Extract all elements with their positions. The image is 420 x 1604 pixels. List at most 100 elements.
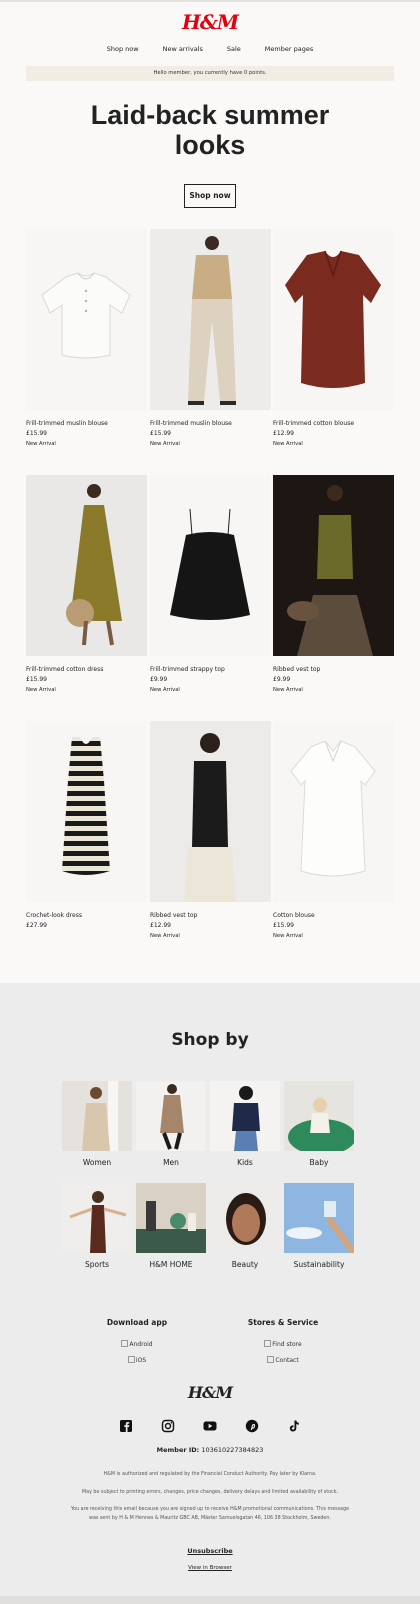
- product-name[interactable]: Cotton blouse: [273, 912, 394, 919]
- category-sustainability[interactable]: Sustainability: [284, 1183, 354, 1269]
- product-tag: New Arrival: [150, 933, 180, 939]
- product-card[interactable]: Frill-trimmed muslin blouse £15.99 New A…: [150, 229, 271, 447]
- product-tag: New Arrival: [273, 687, 303, 693]
- product-tag: New Arrival: [150, 441, 180, 447]
- category-label[interactable]: Baby: [284, 1158, 354, 1167]
- category-kids[interactable]: Kids: [210, 1081, 280, 1167]
- hero-title: Laid-back summer looks: [0, 100, 420, 160]
- category-women[interactable]: Women: [62, 1081, 132, 1167]
- footer-hm-logo[interactable]: H&M: [0, 1383, 420, 1402]
- bottom-divider: [0, 1596, 420, 1604]
- product-card[interactable]: Ribbed vest top £12.99 New Arrival: [150, 721, 271, 939]
- product-price: £15.99: [26, 676, 47, 683]
- category-image[interactable]: [62, 1183, 132, 1253]
- main-section: H&M Shop now New arrivals Sale Member pa…: [0, 0, 420, 983]
- category-men[interactable]: Men: [136, 1081, 206, 1167]
- category-hm-home[interactable]: H&M HOME: [136, 1183, 206, 1269]
- category-label[interactable]: Kids: [210, 1158, 280, 1167]
- broken-image-icon: [121, 1340, 129, 1347]
- find-store-link[interactable]: Find store: [213, 1340, 353, 1348]
- product-name[interactable]: Frill-trimmed cotton dress: [26, 666, 147, 673]
- product-image[interactable]: [273, 721, 394, 902]
- product-name[interactable]: Frill-trimmed muslin blouse: [26, 420, 147, 427]
- ios-link[interactable]: iOS: [67, 1356, 207, 1364]
- product-tag: New Arrival: [26, 441, 56, 447]
- product-name[interactable]: Frill-trimmed cotton blouse: [273, 420, 394, 427]
- nav-sale[interactable]: Sale: [215, 45, 253, 53]
- product-card[interactable]: Crochet-look dress £27.99: [26, 721, 147, 933]
- product-image[interactable]: [150, 229, 271, 410]
- product-name[interactable]: Frill-trimmed strappy top: [150, 666, 271, 673]
- category-image[interactable]: [210, 1081, 280, 1151]
- broken-image-icon: [264, 1340, 272, 1347]
- category-sports[interactable]: Sports: [62, 1183, 132, 1269]
- product-name[interactable]: Ribbed vest top: [150, 912, 271, 919]
- product-name[interactable]: Frill-trimmed muslin blouse: [150, 420, 271, 427]
- product-price: £12.99: [150, 922, 171, 929]
- product-name[interactable]: Crochet-look dress: [26, 912, 147, 919]
- product-image[interactable]: [150, 475, 271, 656]
- category-image[interactable]: [136, 1081, 206, 1151]
- broken-image-icon: [127, 1356, 135, 1363]
- product-image[interactable]: [26, 229, 147, 410]
- category-label[interactable]: H&M HOME: [136, 1260, 206, 1269]
- category-label[interactable]: Beauty: [210, 1260, 280, 1269]
- broken-image-icon: [267, 1356, 275, 1363]
- legal-text-3: You are receiving this email because you…: [70, 1507, 350, 1521]
- category-image[interactable]: [284, 1081, 354, 1151]
- category-label[interactable]: Women: [62, 1158, 132, 1167]
- nav-shop-now[interactable]: Shop now: [95, 45, 151, 53]
- hm-logo[interactable]: H&M: [0, 10, 420, 34]
- legal-text-2: May be subject to printing errors, chang…: [81, 1490, 338, 1495]
- member-id: Member ID: 103610227384823: [0, 1446, 420, 1454]
- product-card[interactable]: Frill-trimmed cotton dress £15.99 New Ar…: [26, 475, 147, 693]
- product-card[interactable]: Cotton blouse £15.99 New Arrival: [273, 721, 394, 939]
- product-tag: New Arrival: [273, 441, 303, 447]
- youtube-icon[interactable]: [203, 1418, 217, 1432]
- member-id-label: Member ID:: [156, 1446, 200, 1454]
- category-beauty[interactable]: Beauty: [210, 1183, 280, 1269]
- product-card[interactable]: Ribbed vest top £9.99 New Arrival: [273, 475, 394, 693]
- pinterest-icon[interactable]: [245, 1418, 259, 1433]
- category-baby[interactable]: Baby: [284, 1081, 354, 1167]
- category-image[interactable]: [284, 1183, 354, 1253]
- instagram-icon[interactable]: [161, 1418, 175, 1433]
- product-tag: New Arrival: [150, 687, 180, 693]
- product-price: £27.99: [26, 922, 47, 929]
- product-card[interactable]: Frill-trimmed strappy top £9.99 New Arri…: [150, 475, 271, 693]
- hero-shop-now-button[interactable]: Shop now: [184, 184, 236, 208]
- category-image[interactable]: [210, 1183, 280, 1253]
- unsubscribe-link[interactable]: Unsubscribe: [0, 1547, 420, 1555]
- product-image[interactable]: [26, 721, 147, 902]
- product-name[interactable]: Ribbed vest top: [273, 666, 394, 673]
- product-price: £9.99: [273, 676, 291, 683]
- view-in-browser-link[interactable]: View in Browser: [0, 1565, 420, 1571]
- category-label[interactable]: Men: [136, 1158, 206, 1167]
- product-card[interactable]: Frill-trimmed muslin blouse £15.99 New A…: [26, 229, 147, 447]
- category-label[interactable]: Sports: [62, 1260, 132, 1269]
- product-image[interactable]: [273, 229, 394, 410]
- product-card[interactable]: Frill-trimmed cotton blouse £12.99 New A…: [273, 229, 394, 447]
- top-divider: [0, 0, 420, 2]
- category-image[interactable]: [136, 1183, 206, 1253]
- category-image[interactable]: [62, 1081, 132, 1151]
- product-price: £15.99: [273, 922, 294, 929]
- contact-link[interactable]: Contact: [213, 1356, 353, 1364]
- tiktok-icon[interactable]: [287, 1418, 301, 1432]
- product-price: £9.99: [150, 676, 168, 683]
- product-image[interactable]: [273, 475, 394, 656]
- hero-line-2: looks: [174, 130, 246, 160]
- points-banner: Hello member, you currently have 0 point…: [26, 66, 394, 81]
- nav-member-pages[interactable]: Member pages: [253, 45, 325, 53]
- nav-new-arrivals[interactable]: New arrivals: [151, 45, 215, 53]
- hero-line-1: Laid-back summer: [90, 100, 330, 130]
- product-price: £12.99: [273, 430, 294, 437]
- product-price: £15.99: [150, 430, 171, 437]
- product-image[interactable]: [26, 475, 147, 656]
- facebook-icon[interactable]: [119, 1418, 133, 1432]
- android-link[interactable]: Android: [67, 1340, 207, 1348]
- product-image[interactable]: [150, 721, 271, 902]
- product-tag: New Arrival: [273, 933, 303, 939]
- member-id-value: 103610227384823: [201, 1446, 264, 1454]
- category-label[interactable]: Sustainability: [284, 1260, 354, 1269]
